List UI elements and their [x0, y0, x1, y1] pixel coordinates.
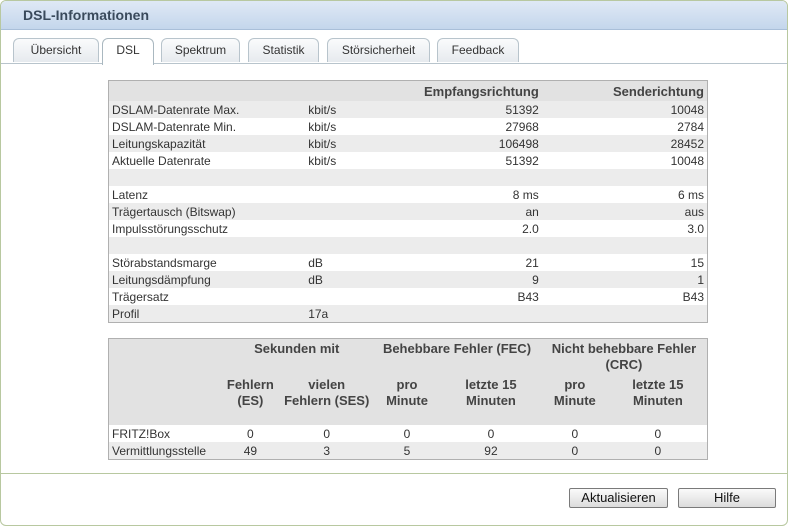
- subheader-crc-min: pro Minute: [540, 375, 609, 425]
- row-upstream: 6 ms: [677, 187, 704, 202]
- row-unit: kbit/s: [305, 135, 405, 152]
- row-unit: kbit/s: [305, 101, 405, 118]
- cell-crc-15: 0: [654, 426, 662, 441]
- row-upstream: 3.0: [687, 221, 704, 236]
- subheader-fec-min: pro Minute: [373, 375, 441, 425]
- table-row: Impulsstörungsschutz 2.0 3.0: [109, 220, 708, 237]
- footer-divider: [1, 473, 787, 474]
- row-downstream: 27968: [505, 119, 539, 134]
- group-seconds: Sekunden mit: [220, 338, 374, 375]
- table-row: Profil 17a: [108, 305, 708, 323]
- subheader-es: Fehlern (ES): [220, 375, 281, 425]
- row-label: DSLAM-Datenrate Min.: [112, 119, 237, 134]
- row-downstream: 51392: [404, 101, 542, 118]
- row-downstream: 9: [404, 271, 542, 288]
- cell-fec-15: 92: [441, 442, 541, 460]
- row-unit: [305, 220, 405, 237]
- tab-stoersicherheit[interactable]: Störsicherheit: [327, 38, 430, 62]
- dsl-line-table: Empfangsrichtung Senderichtung DSLAM-Dat…: [108, 80, 708, 323]
- row-upstream: 1: [541, 271, 708, 288]
- dsl-info-window: DSL-Informationen Übersicht DSL Spektrum…: [0, 0, 788, 526]
- row-upstream: [541, 305, 708, 323]
- cell-crc-min: 0: [540, 442, 609, 460]
- tab-statistik[interactable]: Statistik: [248, 38, 319, 62]
- row-downstream: an: [404, 203, 542, 220]
- row-upstream: 10048: [670, 153, 704, 168]
- row-unit: kbit/s: [308, 119, 337, 134]
- table-row: Trägersatz B43 B43: [109, 288, 708, 305]
- table-row: DSLAM-Datenrate Min. kbit/s 27968 2784: [109, 118, 708, 135]
- row-label: Leitungskapazität: [108, 135, 306, 152]
- table-row: FRITZ!Box 0 0 0 0 0 0: [109, 425, 708, 442]
- row-downstream: 21: [525, 255, 539, 270]
- cell-ses: 3: [280, 442, 374, 460]
- row-downstream: [404, 305, 542, 323]
- row-label: Aktuelle Datenrate: [112, 153, 211, 168]
- row-label: Trägersatz: [112, 289, 169, 304]
- row-upstream: 15: [690, 255, 704, 270]
- table-row: Leitungsdämpfung dB 9 1: [108, 271, 708, 288]
- row-label: DSLAM-Datenrate Max.: [108, 101, 306, 118]
- group-crc: Nicht behebbare Fehler (CRC): [540, 338, 708, 375]
- row-unit: dB: [308, 255, 323, 270]
- separator-row: [108, 237, 708, 254]
- cell-es: 49: [220, 442, 281, 460]
- row-unit: [305, 288, 405, 305]
- row-label: Trägertausch (Bitswap): [108, 203, 306, 220]
- help-button[interactable]: Hilfe: [678, 488, 776, 508]
- tab-feedback[interactable]: Feedback: [437, 38, 519, 62]
- group-fec: Behebbare Fehler (FEC): [373, 338, 541, 375]
- page-title: DSL-Informationen: [23, 7, 149, 23]
- cell-ses: 0: [323, 426, 331, 441]
- tab-dsl[interactable]: DSL: [102, 38, 154, 65]
- row-unit: 17a: [305, 305, 405, 323]
- cell-fec-min: 5: [373, 442, 441, 460]
- row-label: Impulsstörungsschutz: [112, 221, 229, 236]
- error-table: Sekunden mit Behebbare Fehler (FEC) Nich…: [108, 338, 708, 460]
- row-unit: [305, 203, 405, 220]
- table-row: Leitungskapazität kbit/s 106498 28452: [108, 135, 708, 152]
- cell-crc-15: 0: [608, 442, 708, 460]
- cell-es: 0: [247, 426, 254, 441]
- table-row: Störabstandsmarge dB 21 15: [109, 254, 708, 271]
- row-label: FRITZ!Box: [112, 426, 171, 441]
- row-unit: dB: [305, 271, 405, 288]
- table-row: Vermittlungsstelle 49 3 5 92 0 0: [108, 442, 708, 460]
- table-row: Latenz 8 ms 6 ms: [109, 186, 708, 203]
- cell-fec-min: 0: [403, 426, 411, 441]
- header-upstream: Senderichtung: [541, 80, 708, 101]
- row-upstream: 28452: [541, 135, 708, 152]
- refresh-button[interactable]: Aktualisieren: [569, 488, 668, 508]
- header-downstream: Empfangsrichtung: [404, 80, 542, 101]
- row-unit: kbit/s: [308, 153, 337, 168]
- subheader-fec-15: letzte 15 Minuten: [441, 375, 541, 425]
- row-downstream: B43: [517, 289, 539, 304]
- row-label: Profil: [108, 305, 306, 323]
- row-upstream: aus: [541, 203, 708, 220]
- cell-fec-15: 0: [487, 426, 495, 441]
- table-row: Aktuelle Datenrate kbit/s 51392 10048: [109, 152, 708, 169]
- subheader-crc-15: letzte 15 Minuten: [608, 375, 708, 425]
- row-label: Vermittlungsstelle: [108, 442, 221, 460]
- row-unit: [305, 186, 405, 203]
- table-row: DSLAM-Datenrate Max. kbit/s 51392 10048: [108, 101, 708, 118]
- row-label: Leitungsdämpfung: [108, 271, 306, 288]
- subheader-ses: vielen Fehlern (SES): [280, 375, 374, 425]
- row-downstream: 8 ms: [512, 187, 539, 202]
- row-label: Störabstandsmarge: [112, 255, 217, 270]
- tab-spektrum[interactable]: Spektrum: [161, 38, 240, 62]
- row-downstream: 51392: [505, 153, 539, 168]
- table-row: Trägertausch (Bitswap) an aus: [108, 203, 708, 220]
- row-upstream: B43: [682, 289, 704, 304]
- tab-uebersicht[interactable]: Übersicht: [13, 38, 99, 62]
- row-downstream: 2.0: [522, 221, 539, 236]
- cell-crc-min: 0: [571, 426, 579, 441]
- row-downstream: 106498: [404, 135, 542, 152]
- row-upstream: 10048: [541, 101, 708, 118]
- row-label: Latenz: [112, 187, 149, 202]
- title-bar: DSL-Informationen: [1, 1, 787, 30]
- row-upstream: 2784: [677, 119, 704, 134]
- separator-row: [108, 169, 708, 186]
